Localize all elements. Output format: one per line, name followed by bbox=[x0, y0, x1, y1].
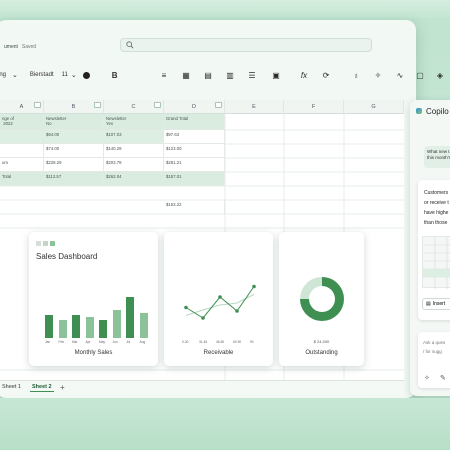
preview-table-grid bbox=[423, 237, 450, 289]
add-sheet-button[interactable]: + bbox=[60, 383, 65, 392]
outstanding-label: Outstanding bbox=[305, 350, 338, 356]
user-message: What new t this month's bbox=[424, 146, 450, 168]
receivable-tick: 31-45 bbox=[199, 340, 208, 344]
font-dropdown[interactable]: Bierstadt bbox=[30, 72, 54, 78]
copilot-logo-icon bbox=[416, 108, 422, 114]
copilot-response-card: Customers or receive t have highe than t… bbox=[418, 180, 450, 320]
bar bbox=[72, 315, 80, 338]
data-point bbox=[184, 305, 188, 310]
function-button[interactable]: fx bbox=[298, 66, 310, 84]
bar bbox=[58, 319, 67, 338]
sort-icon[interactable]: ▣ bbox=[270, 66, 282, 84]
bar-chart bbox=[43, 292, 151, 338]
insert-icon: ▤ bbox=[426, 301, 431, 307]
outstanding-card[interactable]: $ 24,000 Outstanding bbox=[279, 232, 364, 366]
receivable-tick: 60-90 bbox=[233, 340, 242, 344]
sparkle-icon[interactable]: ✧ bbox=[424, 374, 430, 382]
receivable-tick: 90 bbox=[250, 340, 254, 344]
bar bbox=[45, 315, 53, 338]
receivable-card[interactable]: 0-30 31-45 46-60 60-90 90 Receivable bbox=[164, 232, 273, 366]
data-point bbox=[218, 295, 222, 299]
chevron-down-icon[interactable]: ⌄ bbox=[12, 71, 18, 79]
line-chart bbox=[184, 284, 256, 320]
copilot-icon[interactable]: ◈ bbox=[434, 66, 446, 84]
dashboard-title: Sales Dashboard bbox=[36, 252, 98, 261]
preview-table bbox=[422, 236, 450, 289]
color-swatches bbox=[36, 241, 55, 246]
month-tick: Aug bbox=[139, 340, 146, 344]
month-axis: Jan Feb Mar Apr May Jun Jul Aug bbox=[43, 340, 151, 346]
receivable-axis: 0-30 31-45 46-60 60-90 90 bbox=[180, 340, 260, 346]
search-icon bbox=[126, 41, 134, 49]
donut-chart bbox=[300, 277, 344, 321]
donut-slice bbox=[300, 277, 322, 299]
refresh-icon[interactable]: ⟳ bbox=[320, 66, 332, 84]
month-tick: Jan bbox=[45, 340, 51, 344]
copilot-response-text: Customers or receive t have highe than t… bbox=[424, 190, 449, 226]
bar bbox=[85, 317, 94, 338]
align-icon[interactable]: ≡ bbox=[158, 66, 170, 84]
format-cells-icon[interactable]: ▥ bbox=[224, 66, 236, 84]
bold-button[interactable]: B bbox=[112, 71, 118, 80]
month-tick: Jun bbox=[112, 340, 118, 344]
outstanding-value: $ 24,000 bbox=[313, 339, 330, 344]
ask-input[interactable]: Ask a ques / for sugg ✧ ✎ bbox=[418, 332, 450, 388]
data-point bbox=[235, 309, 239, 313]
month-tick: Mar bbox=[72, 340, 78, 344]
monthly-sales-card[interactable]: Sales Dashboard Jan Feb Mar Apr May Jun Jul Aug… bbox=[29, 232, 158, 366]
search-bar[interactable] bbox=[120, 38, 372, 52]
month-tick: Apr bbox=[85, 340, 91, 344]
data-point bbox=[201, 316, 205, 320]
receivable-tick: 46-60 bbox=[216, 340, 225, 344]
ask-placeholder: Ask a ques / for sugg bbox=[423, 340, 446, 354]
background-top bbox=[0, 0, 450, 18]
series-line bbox=[185, 286, 255, 319]
receivable-label: Receivable bbox=[203, 350, 234, 356]
conditional-format-icon[interactable]: ▤ bbox=[202, 66, 214, 84]
chevron-down-icon[interactable]: ⌄ bbox=[71, 71, 77, 79]
sparkline-icon[interactable]: ∿ bbox=[394, 66, 406, 84]
sheet-tabs: Sheet 1 Sheet 2 + bbox=[0, 380, 404, 394]
copilot-title: Copilo bbox=[426, 107, 449, 116]
background-bottom bbox=[0, 398, 450, 450]
designer-icon[interactable]: ✧ bbox=[372, 66, 384, 84]
month-tick: Jul bbox=[126, 340, 131, 344]
copilot-pane: Copilo What new t this month's Customers… bbox=[410, 100, 450, 396]
font-color-icon[interactable] bbox=[82, 71, 90, 79]
saved-status: Saved bbox=[21, 44, 37, 50]
month-tick: Feb bbox=[58, 340, 65, 344]
data-point bbox=[252, 284, 256, 289]
receivable-tick: 0-30 bbox=[182, 340, 189, 344]
bar bbox=[99, 319, 107, 338]
font-size-dropdown[interactable]: 11 bbox=[62, 72, 68, 78]
tab-sheet-2[interactable]: Sheet 2 bbox=[30, 383, 54, 392]
bar bbox=[126, 296, 134, 338]
tab-sheet-1[interactable]: Sheet 1 bbox=[2, 384, 21, 390]
document-title: ument Saved bbox=[4, 44, 37, 50]
monthly-sales-label: Monthly Sales bbox=[74, 350, 113, 356]
ideas-icon[interactable]: ♁ bbox=[350, 66, 362, 84]
attach-icon[interactable]: ✎ bbox=[440, 374, 446, 382]
insert-button[interactable]: ▤ Insert bbox=[422, 298, 450, 310]
bar bbox=[139, 312, 148, 338]
comment-icon[interactable]: ▢ bbox=[414, 66, 426, 84]
table-format-icon[interactable]: ▦ bbox=[180, 66, 192, 84]
style-dropdown[interactable]: ing bbox=[0, 72, 6, 78]
bar bbox=[112, 310, 121, 338]
insert-cells-icon[interactable]: ☰ bbox=[246, 66, 258, 84]
month-tick: May bbox=[99, 340, 106, 344]
